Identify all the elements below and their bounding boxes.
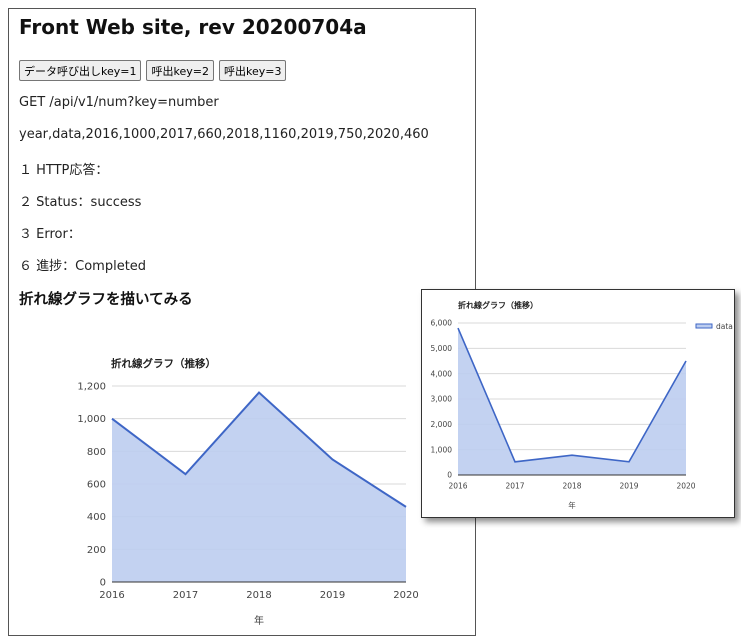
chart1-ytick-label: 5,000 [431,344,453,353]
chart1-xtick-label: 2017 [505,482,524,491]
chart0-xtick-label: 2017 [173,590,198,601]
inset-area-chart: 折れ線グラフ（推移） 0 1,000 2,000 3,000 4,000 5,000 6,00… [431,300,733,510]
main-page: Front Web site, rev 20200704a データ呼び出しkey… [8,8,476,636]
chart0-ytick-label: 1,000 [77,414,106,425]
chart1-legend-label: data [716,322,733,331]
chart0-title: 折れ線グラフ（推移） [111,357,216,370]
chart0-ytick-label: 400 [87,512,106,523]
chart0-ytick-label: 800 [87,447,106,458]
chart0-x-axis-label: 年 [254,614,264,627]
chart0-ytick-label: 200 [87,545,106,556]
inset-chart-panel: 折れ線グラフ（推移） 0 1,000 2,000 3,000 4,000 5,000 6,00… [421,289,735,518]
chart0-ytick-label: 600 [87,480,106,491]
chart1-title: 折れ線グラフ（推移） [458,300,538,310]
chart0-area-fill [112,392,406,582]
chart0-ytick-label: 1,200 [77,382,106,393]
chart0-xtick-label: 2016 [99,590,124,601]
chart1-ytick-label: 0 [447,471,452,480]
chart1-legend-swatch [695,323,713,329]
chart1-ytick-label: 2,000 [431,420,453,429]
chart1-xtick-label: 2020 [676,482,695,491]
chart0-xtick-label: 2019 [320,590,345,601]
chart1-ytick-label: 4,000 [431,369,453,378]
chart1-xtick-label: 2018 [562,482,581,491]
chart1-ytick-label: 3,000 [431,395,453,404]
chart1-area-fill [458,328,686,475]
chart1-xtick-label: 2016 [448,482,467,491]
chart0-xtick-label: 2018 [246,590,271,601]
main-area-chart: 折れ線グラフ（推移） 0 200 400 600 800 1,000 1,200 2016 201… [77,357,418,627]
chart0-xtick-label: 2020 [393,590,418,601]
chart0-ytick-label: 0 [100,578,106,589]
chart1-xtick-label: 2019 [619,482,638,491]
chart1-ytick-label: 6,000 [431,319,453,328]
chart1-x-axis-label: 年 [568,500,576,510]
chart1-ytick-label: 1,000 [431,445,453,454]
